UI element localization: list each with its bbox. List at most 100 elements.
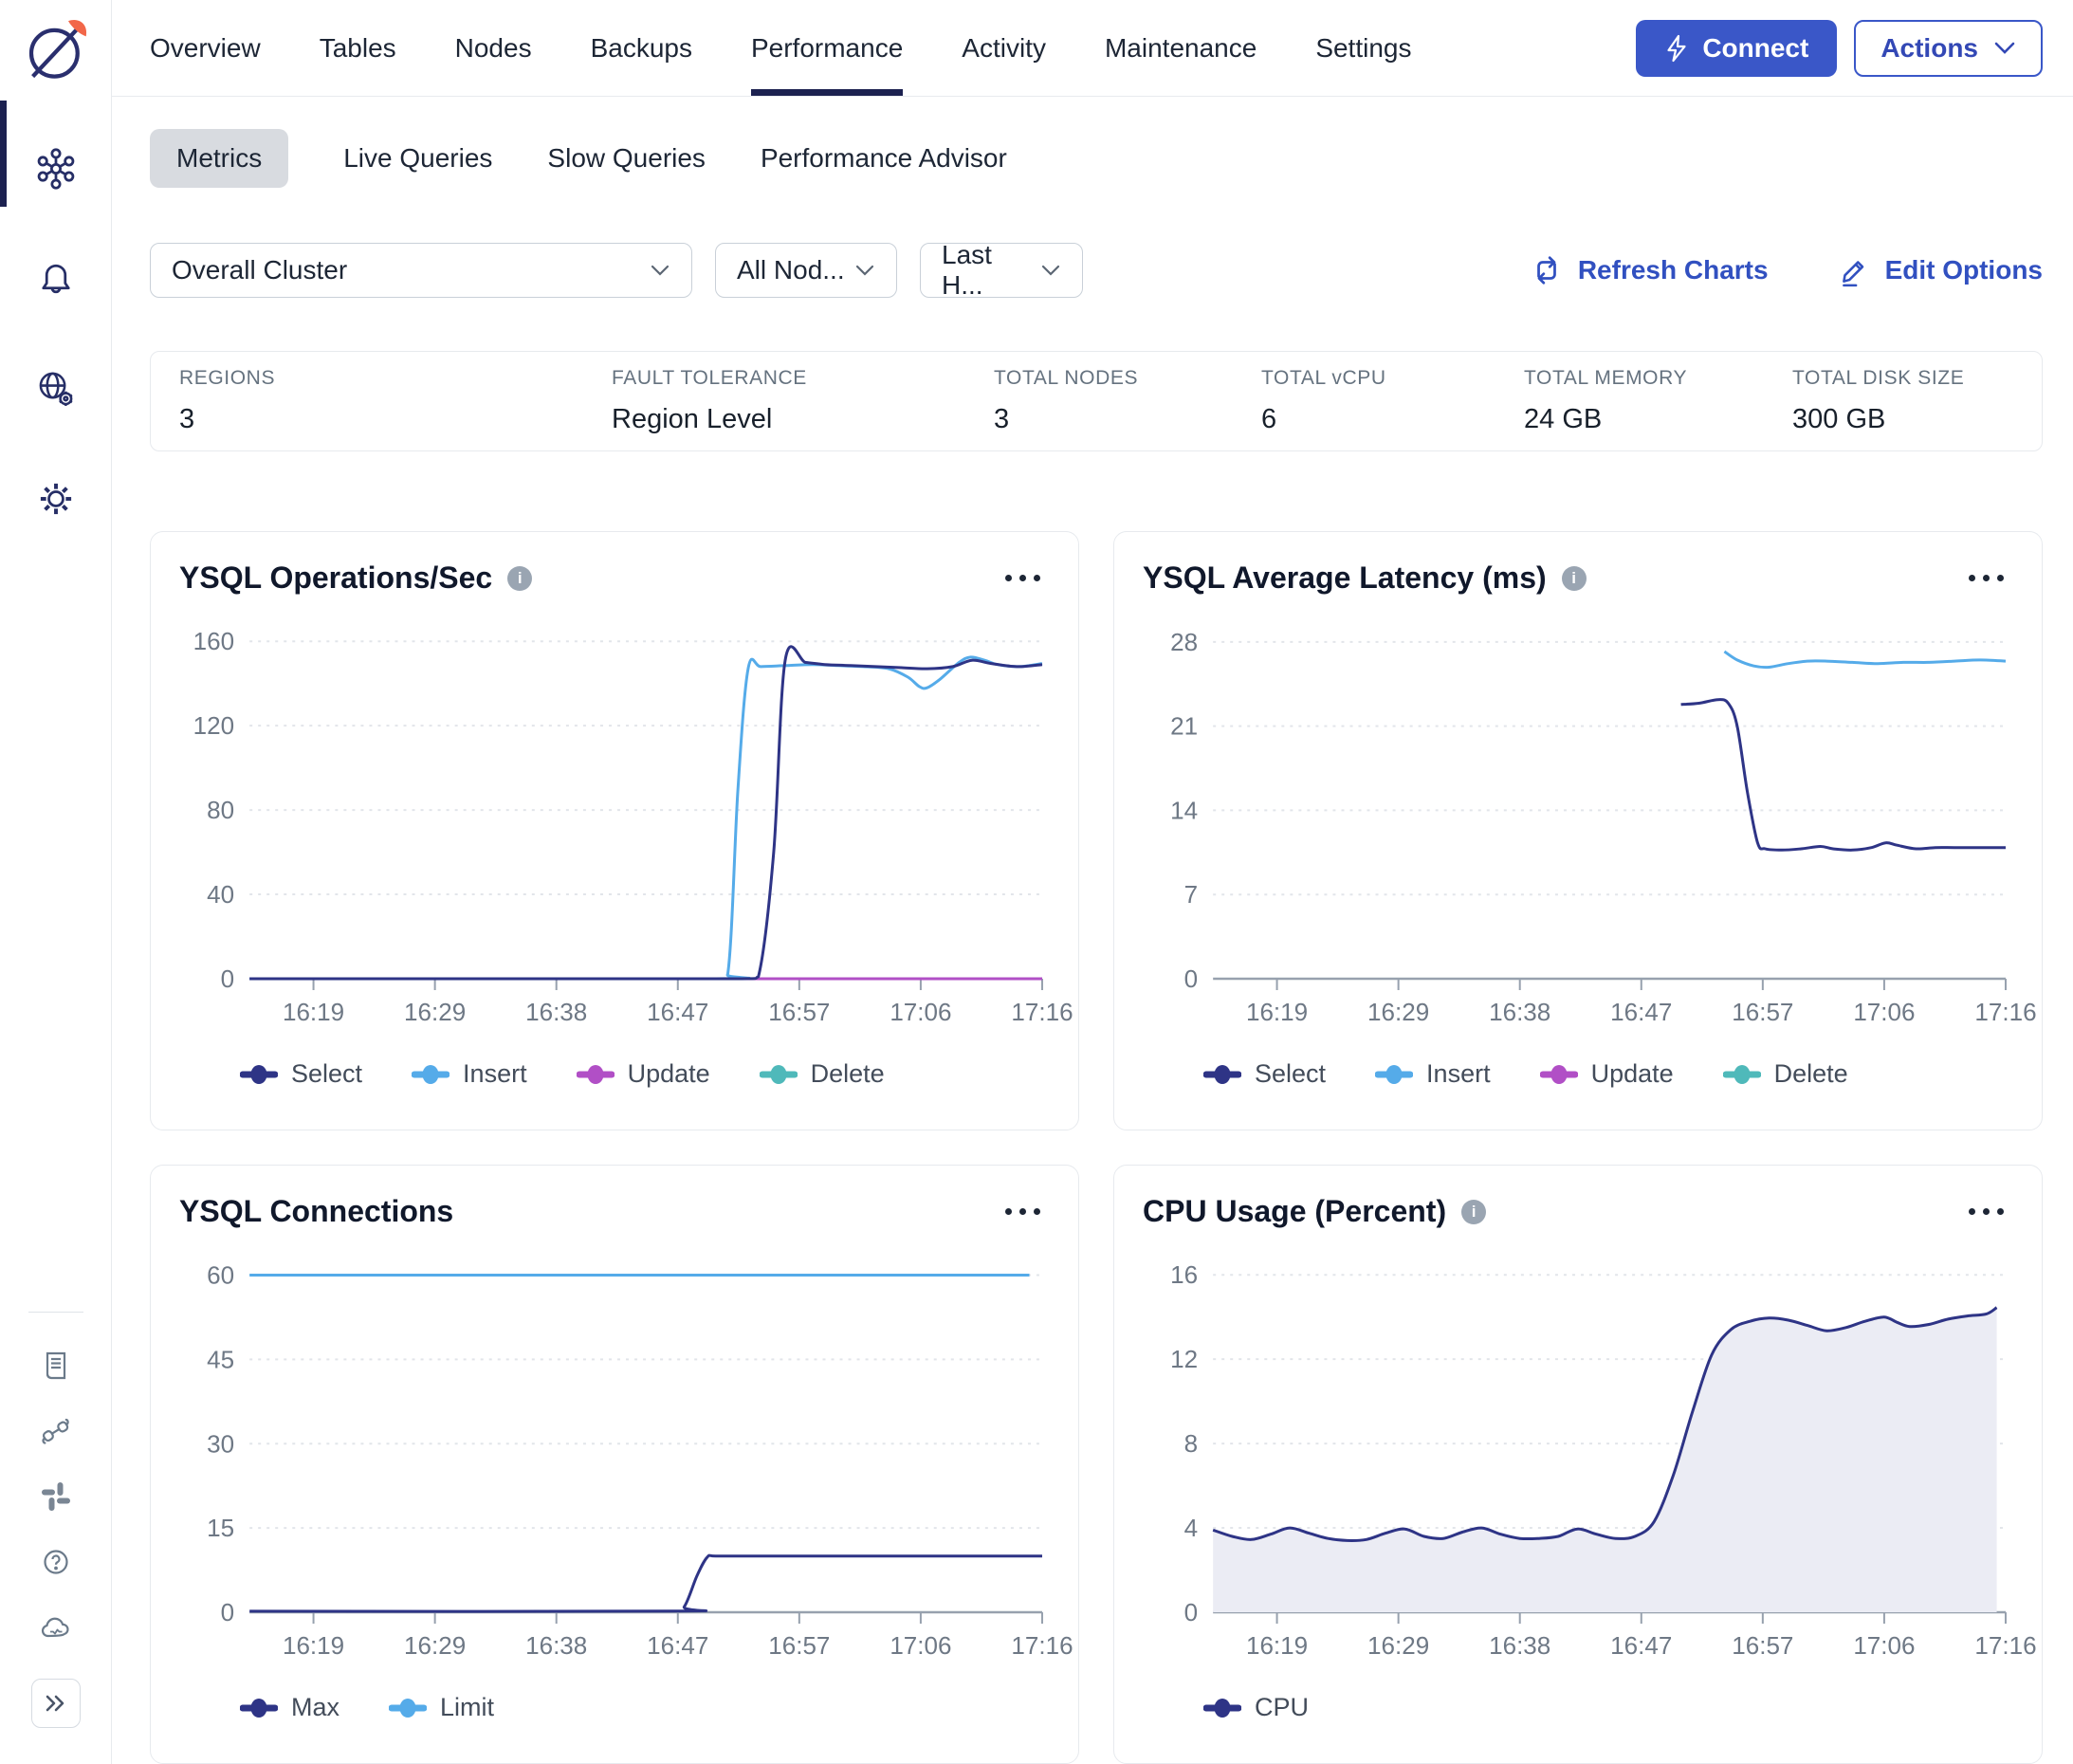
info-icon[interactable]: i <box>507 566 532 591</box>
nodes-select[interactable]: All Nod... <box>715 243 897 298</box>
chart-menu-button[interactable] <box>1959 1199 2013 1224</box>
svg-text:16:38: 16:38 <box>525 998 587 1026</box>
svg-text:0: 0 <box>221 1598 234 1626</box>
integrations-plug-icon[interactable] <box>34 1409 78 1453</box>
alerts-bell-icon[interactable] <box>34 257 78 301</box>
svg-text:17:16: 17:16 <box>1011 1631 1073 1660</box>
time-range-select[interactable]: Last H... <box>920 243 1083 298</box>
edit-options-button[interactable]: Edit Options <box>1837 253 2043 287</box>
chevron-down-icon <box>650 264 670 277</box>
legend-marker-icon <box>389 1698 427 1718</box>
svg-text:16:38: 16:38 <box>1489 998 1550 1026</box>
svg-text:17:06: 17:06 <box>890 998 951 1026</box>
sidebar-expand-button[interactable] <box>31 1679 81 1728</box>
svg-text:0: 0 <box>221 965 234 993</box>
tab-activity[interactable]: Activity <box>962 0 1046 96</box>
legend-marker-icon <box>1203 1064 1241 1085</box>
svg-text:0: 0 <box>1184 965 1198 993</box>
tab-nodes[interactable]: Nodes <box>455 0 532 96</box>
svg-text:17:06: 17:06 <box>1853 1631 1915 1660</box>
slack-icon[interactable] <box>34 1475 78 1518</box>
tab-settings[interactable]: Settings <box>1315 0 1411 96</box>
legend-marker-icon <box>240 1064 278 1085</box>
settings-gear-icon[interactable] <box>34 477 78 521</box>
cluster-select[interactable]: Overall Cluster <box>150 243 692 298</box>
chart-card-ysql-latency: YSQL Average Latency (ms)i 0714212816:19… <box>1113 531 2043 1130</box>
legend-item-max[interactable]: Max <box>240 1693 339 1722</box>
tab-maintenance[interactable]: Maintenance <box>1105 0 1257 96</box>
svg-text:4: 4 <box>1184 1514 1198 1542</box>
chevron-down-icon <box>1040 264 1061 277</box>
performance-subtabs: Metrics Live Queries Slow Queries Perfor… <box>150 129 2043 188</box>
filter-row: Overall Cluster All Nod... Last H... <box>150 243 2043 298</box>
cpu-usage-chart: 048121616:1916:2916:3816:4716:5717:0617:… <box>1143 1240 2013 1669</box>
svg-text:16:38: 16:38 <box>525 1631 587 1660</box>
svg-text:16:19: 16:19 <box>1246 998 1308 1026</box>
legend-marker-icon <box>412 1064 449 1085</box>
network-globe-icon[interactable] <box>34 367 78 411</box>
legend-marker-icon <box>760 1064 798 1085</box>
cloud-status-icon[interactable] <box>34 1606 78 1649</box>
refresh-charts-button[interactable]: Refresh Charts <box>1530 253 1769 287</box>
yugabyte-logo[interactable] <box>19 13 93 92</box>
legend-marker-icon <box>1540 1064 1578 1085</box>
sidebar <box>0 0 112 1764</box>
clusters-icon[interactable] <box>34 147 78 191</box>
ysql-connections-chart: 01530456016:1916:2916:3816:4716:5717:061… <box>179 1240 1050 1669</box>
stat-fault-tolerance: FAULT TOLERANCERegion Level <box>612 367 994 435</box>
legend-item-select[interactable]: Select <box>240 1059 362 1089</box>
legend-item-cpu[interactable]: CPU <box>1203 1693 1309 1722</box>
stat-regions: REGIONS3 <box>179 367 612 435</box>
subtab-slow-queries[interactable]: Slow Queries <box>547 129 706 188</box>
legend-item-delete[interactable]: Delete <box>1723 1059 1848 1089</box>
info-icon[interactable]: i <box>1461 1200 1486 1224</box>
svg-text:21: 21 <box>1170 712 1198 741</box>
svg-text:16:57: 16:57 <box>768 998 830 1026</box>
svg-text:16: 16 <box>1170 1260 1198 1289</box>
refresh-icon <box>1530 253 1564 287</box>
svg-text:16:29: 16:29 <box>1367 998 1429 1026</box>
svg-text:17:16: 17:16 <box>1974 998 2036 1026</box>
svg-text:120: 120 <box>193 711 234 740</box>
chart-menu-button[interactable] <box>996 1199 1050 1224</box>
chart-title: YSQL Average Latency (ms) <box>1143 560 1547 596</box>
charts-grid: YSQL Operations/Seci 0408012016016:1916:… <box>150 531 2043 1764</box>
svg-text:16:29: 16:29 <box>1367 1631 1429 1660</box>
legend-item-insert[interactable]: Insert <box>412 1059 527 1089</box>
svg-text:17:06: 17:06 <box>1853 998 1915 1026</box>
tab-backups[interactable]: Backups <box>591 0 692 96</box>
legend-item-select[interactable]: Select <box>1203 1059 1326 1089</box>
legend-marker-icon <box>1375 1064 1413 1085</box>
info-icon[interactable]: i <box>1562 566 1587 591</box>
legend-item-insert[interactable]: Insert <box>1375 1059 1491 1089</box>
actions-button[interactable]: Actions <box>1854 20 2043 77</box>
ysql-operations-chart: 0408012016016:1916:2916:3816:4716:5717:0… <box>179 607 1050 1036</box>
subtab-metrics[interactable]: Metrics <box>150 129 288 188</box>
chart-menu-button[interactable] <box>996 565 1050 591</box>
tab-performance[interactable]: Performance <box>751 0 903 96</box>
chart-menu-button[interactable] <box>1959 565 2013 591</box>
tab-tables[interactable]: Tables <box>320 0 396 96</box>
chart-card-ysql-operations: YSQL Operations/Seci 0408012016016:1916:… <box>150 531 1079 1130</box>
pencil-icon <box>1837 253 1871 287</box>
sidebar-active-indicator <box>0 101 7 207</box>
chart-card-cpu-usage: CPU Usage (Percent)i 048121616:1916:2916… <box>1113 1165 2043 1764</box>
help-icon[interactable] <box>34 1540 78 1584</box>
svg-text:30: 30 <box>207 1429 234 1458</box>
docs-icon[interactable] <box>34 1344 78 1387</box>
tab-overview[interactable]: Overview <box>150 0 261 96</box>
svg-text:45: 45 <box>207 1345 234 1373</box>
chevron-down-icon <box>854 264 875 277</box>
svg-text:16:47: 16:47 <box>1610 1631 1672 1660</box>
chart-card-ysql-connections: YSQL Connectionsi 01530456016:1916:2916:… <box>150 1165 1079 1764</box>
legend-item-update[interactable]: Update <box>577 1059 710 1089</box>
stat-total-memory: TOTAL MEMORY24 GB <box>1524 367 1792 435</box>
subtab-live-queries[interactable]: Live Queries <box>343 129 492 188</box>
legend-item-limit[interactable]: Limit <box>389 1693 494 1722</box>
svg-text:16:38: 16:38 <box>1489 1631 1550 1660</box>
svg-text:16:47: 16:47 <box>647 1631 708 1660</box>
legend-item-delete[interactable]: Delete <box>760 1059 885 1089</box>
connect-button[interactable]: Connect <box>1636 20 1837 77</box>
subtab-performance-advisor[interactable]: Performance Advisor <box>761 129 1007 188</box>
legend-item-update[interactable]: Update <box>1540 1059 1674 1089</box>
